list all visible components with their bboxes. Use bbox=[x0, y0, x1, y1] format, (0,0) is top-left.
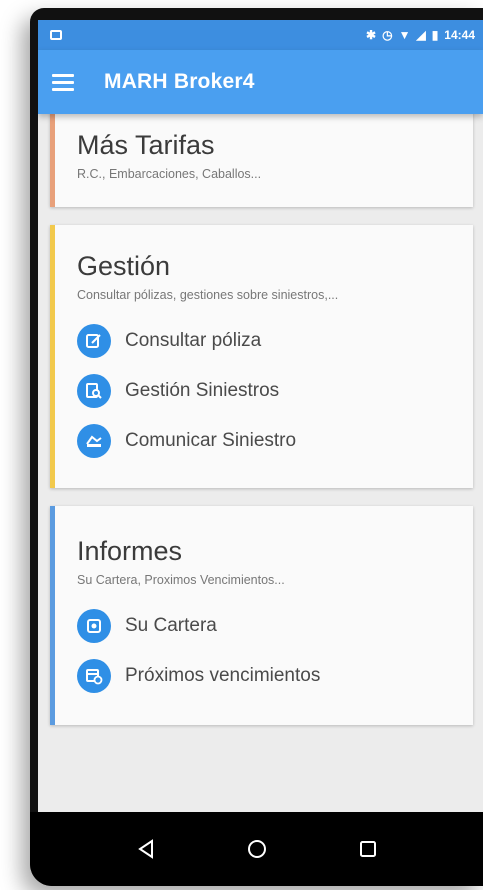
battery-icon: ▮ bbox=[431, 28, 439, 42]
signal-icon: ◢ bbox=[416, 28, 426, 42]
phone-frame: ✱ ◷ ▼ ◢ ▮ 14:44 MARH Broker4 Más Tarifas… bbox=[30, 8, 483, 886]
su-cartera-item[interactable]: Su Cartera bbox=[77, 601, 457, 651]
card-subtitle: R.C., Embarcaciones, Caballos... bbox=[77, 167, 262, 181]
system-navigation-bar bbox=[30, 812, 483, 886]
item-label: Consultar póliza bbox=[125, 330, 262, 351]
item-label: Comunicar Siniestro bbox=[125, 430, 297, 451]
gestion-siniestros-item[interactable]: Gestión Siniestros bbox=[77, 366, 457, 416]
status-bar: ✱ ◷ ▼ ◢ ▮ 14:44 bbox=[38, 20, 483, 50]
alarm-icon: ◷ bbox=[382, 28, 393, 42]
proximos-vencimientos-item[interactable]: Próximos vencimientos bbox=[77, 651, 457, 701]
portfolio-icon bbox=[77, 609, 111, 643]
back-icon[interactable] bbox=[128, 831, 164, 867]
edit-document-icon bbox=[77, 324, 111, 358]
bluetooth-icon: ✱ bbox=[366, 28, 377, 42]
clock: 14:44 bbox=[444, 28, 475, 42]
app-bar: MARH Broker4 bbox=[38, 50, 483, 114]
hamburger-menu-icon[interactable] bbox=[52, 73, 74, 91]
card-gestion: Gestión Consultar pólizas, gestiones sob… bbox=[50, 225, 473, 488]
image-notification-icon bbox=[50, 30, 62, 40]
card-mas-tarifas[interactable]: Más Tarifas R.C., Embarcaciones, Caballo… bbox=[50, 110, 473, 207]
item-label: Gestión Siniestros bbox=[125, 380, 280, 401]
main-content: Más Tarifas R.C., Embarcaciones, Caballo… bbox=[38, 110, 483, 725]
screen: ✱ ◷ ▼ ◢ ▮ 14:44 MARH Broker4 Más Tarifas… bbox=[38, 20, 483, 812]
app-title: MARH Broker4 bbox=[104, 70, 255, 93]
card-informes: Informes Su Cartera, Proximos Vencimient… bbox=[50, 506, 473, 725]
card-title: Más Tarifas bbox=[77, 130, 215, 160]
card-title: Gestión bbox=[77, 251, 171, 281]
car-accident-icon bbox=[77, 424, 111, 458]
document-search-icon bbox=[77, 374, 111, 408]
consultar-poliza-item[interactable]: Consultar póliza bbox=[77, 316, 457, 366]
home-icon[interactable] bbox=[239, 831, 275, 867]
card-subtitle: Consultar pólizas, gestiones sobre sinie… bbox=[77, 288, 339, 302]
item-label: Próximos vencimientos bbox=[125, 665, 321, 686]
wifi-icon: ▼ bbox=[398, 28, 411, 42]
card-title: Informes bbox=[77, 536, 183, 566]
calendar-clock-icon bbox=[77, 659, 111, 693]
recent-apps-icon[interactable] bbox=[350, 831, 386, 867]
comunicar-siniestro-item[interactable]: Comunicar Siniestro bbox=[77, 416, 457, 466]
card-subtitle: Su Cartera, Proximos Vencimientos... bbox=[77, 573, 285, 587]
item-label: Su Cartera bbox=[125, 615, 217, 636]
